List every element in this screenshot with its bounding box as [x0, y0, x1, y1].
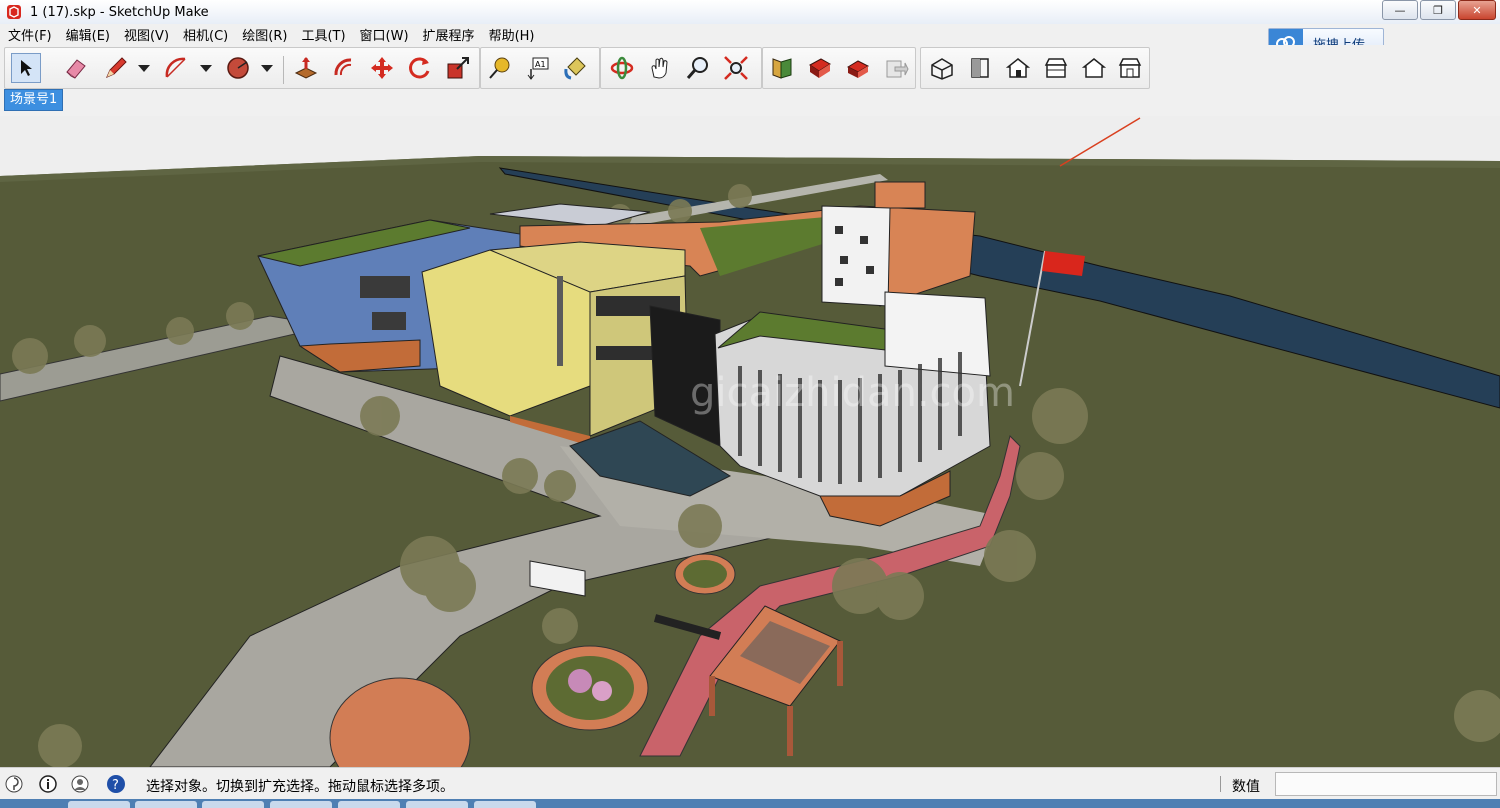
right-view-icon[interactable]: [1041, 53, 1071, 83]
title-bar: 1 (17).skp - SketchUp Make — ❐ ✕: [0, 0, 1500, 24]
sketchup-app-icon: [7, 5, 21, 19]
menu-camera[interactable]: 相机(C): [179, 25, 232, 44]
back-view-icon[interactable]: [1079, 53, 1109, 83]
3d-warehouse-icon[interactable]: [767, 53, 797, 83]
status-message: 选择对象。切换到扩充选择。拖动鼠标选择多项。: [146, 779, 454, 795]
credits-icon[interactable]: [38, 774, 58, 794]
menu-window[interactable]: 窗口(W): [356, 25, 413, 44]
offset-tool-icon[interactable]: [329, 53, 359, 83]
model-scene[interactable]: gicaizhidan.com: [0, 116, 1500, 767]
pencil-line-tool-icon[interactable]: [101, 53, 131, 83]
front-view-icon[interactable]: [1003, 53, 1033, 83]
shape-tools-dropdown-icon[interactable]: [261, 65, 273, 72]
main-toolbar: A1: [0, 45, 1500, 90]
text-tool-icon[interactable]: A1: [523, 53, 553, 83]
svg-text:?: ?: [112, 778, 119, 793]
minimize-button[interactable]: —: [1382, 0, 1418, 20]
eraser-tool-icon[interactable]: [61, 53, 91, 83]
select-tool-icon[interactable]: [11, 53, 41, 83]
menu-view[interactable]: 视图(V): [120, 25, 173, 44]
pan-tool-icon[interactable]: [645, 53, 675, 83]
arc-tools-dropdown-icon[interactable]: [200, 65, 212, 72]
extension-warehouse-icon[interactable]: [843, 53, 873, 83]
send-to-layout-icon[interactable]: [881, 53, 911, 83]
arc-tool-icon[interactable]: [161, 53, 191, 83]
close-button[interactable]: ✕: [1458, 0, 1496, 20]
watermark: gicaizhidan.com: [690, 370, 1015, 416]
move-tool-icon[interactable]: [367, 53, 397, 83]
rotate-tool-icon[interactable]: [405, 53, 435, 83]
taskbar-item[interactable]: [68, 801, 130, 808]
measurements-label: 数值: [1232, 779, 1260, 795]
measurements-input[interactable]: [1275, 772, 1497, 796]
taskbar-item[interactable]: [406, 801, 468, 808]
push-pull-tool-icon[interactable]: [291, 53, 321, 83]
line-tools-dropdown-icon[interactable]: [138, 65, 150, 72]
taskbar-item[interactable]: [202, 801, 264, 808]
paint-bucket-tool-icon[interactable]: [561, 53, 591, 83]
tape-measure-tool-icon[interactable]: [485, 53, 515, 83]
model-viewport[interactable]: gicaizhidan.com: [0, 116, 1500, 767]
drawing-tools-group: [4, 47, 480, 89]
taskbar-item[interactable]: [270, 801, 332, 808]
camera-tools-group: [600, 47, 762, 89]
shape-tool-icon[interactable]: [223, 53, 253, 83]
restore-button[interactable]: ❐: [1420, 0, 1456, 20]
os-taskbar: [0, 799, 1500, 808]
top-view-icon[interactable]: [965, 53, 995, 83]
user-account-icon[interactable]: [70, 774, 90, 794]
scene-tab-1[interactable]: 场景号1: [4, 89, 64, 111]
menu-tools[interactable]: 工具(T): [297, 25, 349, 44]
views-toolbar-group: [920, 47, 1150, 89]
svg-text:A1: A1: [535, 60, 546, 69]
geolocation-icon[interactable]: [4, 774, 24, 794]
menu-edit[interactable]: 编辑(E): [62, 25, 114, 44]
share-model-icon[interactable]: [805, 53, 835, 83]
construction-tools-group: A1: [480, 47, 600, 89]
zoom-extents-tool-icon[interactable]: [721, 53, 751, 83]
taskbar-item[interactable]: [338, 801, 400, 808]
left-view-icon[interactable]: [1115, 53, 1145, 83]
help-icon[interactable]: ?: [106, 774, 126, 794]
menu-help[interactable]: 帮助(H): [485, 25, 539, 44]
taskbar-item[interactable]: [135, 801, 197, 808]
window-title: 1 (17).skp - SketchUp Make: [30, 4, 209, 20]
iso-view-icon[interactable]: [927, 53, 957, 83]
menu-draw[interactable]: 绘图(R): [238, 25, 291, 44]
warehouse-tools-group: [762, 47, 916, 89]
scale-tool-icon[interactable]: [443, 53, 473, 83]
status-bar: ? 选择对象。切换到扩充选择。拖动鼠标选择多项。 数值: [0, 767, 1500, 800]
orbit-tool-icon[interactable]: [607, 53, 637, 83]
taskbar-item[interactable]: [474, 801, 536, 808]
zoom-tool-icon[interactable]: [683, 53, 713, 83]
menu-extensions[interactable]: 扩展程序: [419, 25, 479, 44]
menu-file[interactable]: 文件(F): [4, 25, 56, 44]
scene-tab-bar: 场景号1: [0, 89, 1500, 113]
